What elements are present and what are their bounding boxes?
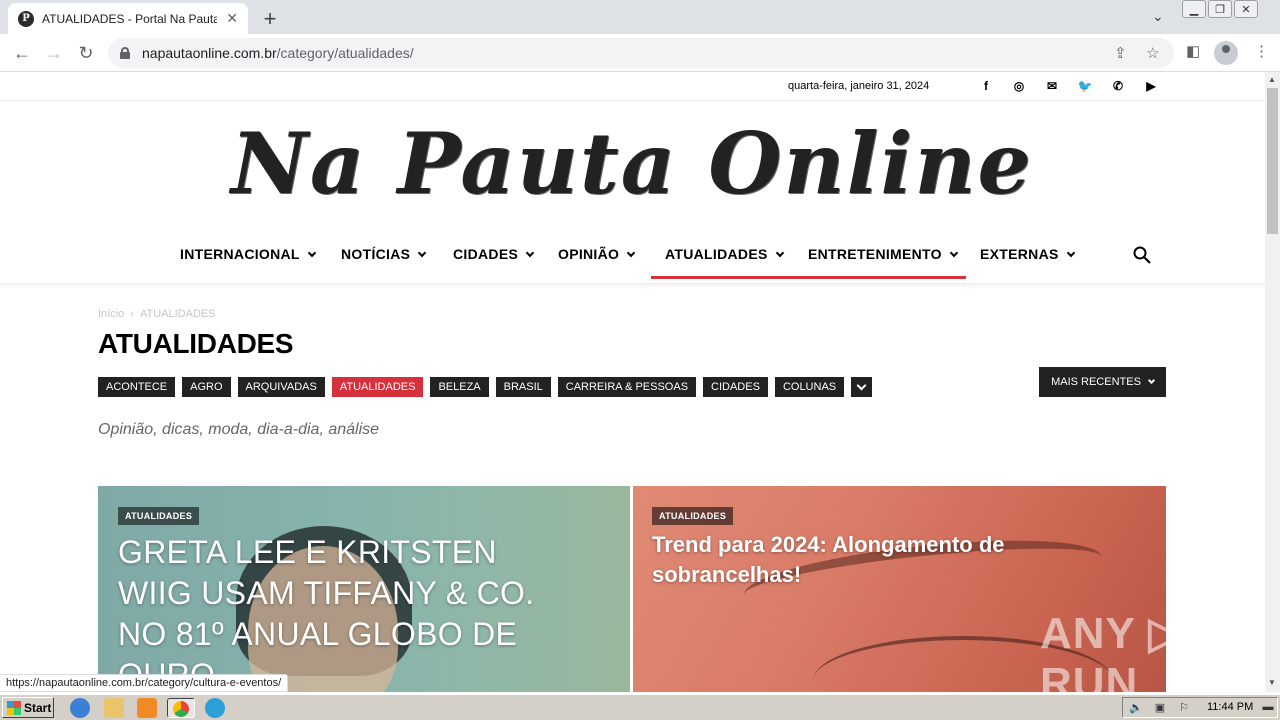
menu-item-entretenimento[interactable]: ENTRETENIMENTO <box>808 246 959 262</box>
restore-button[interactable]: ❐ <box>1208 0 1232 18</box>
profile-avatar[interactable] <box>1214 41 1238 65</box>
bookmark-star-icon[interactable]: ☆ <box>1146 44 1159 62</box>
start-button[interactable]: Start <box>2 697 54 718</box>
article-title[interactable]: Trend para 2024: Alongamento de sobrance… <box>652 530 1072 590</box>
site-logo-text: Na Pauta Online <box>231 113 1033 213</box>
page-viewport: quarta-feira, janeiro 31, 2024 f ◎ ✉ 🐦 ✆… <box>0 72 1265 692</box>
close-tab-icon[interactable]: ✕ <box>226 10 238 27</box>
browser-menu-icon[interactable]: ⋮ <box>1254 42 1269 60</box>
page-title: ATUALIDADES <box>98 328 294 359</box>
browser-tab[interactable]: P ATUALIDADES - Portal Na Pauta Online ✕ <box>8 3 248 34</box>
forward-button[interactable]: → <box>42 41 66 65</box>
menu-item-cidades[interactable]: CIDADES <box>453 246 535 262</box>
tab-search-chevron-icon[interactable]: ⌄ <box>1152 8 1164 25</box>
back-button[interactable]: ← <box>10 41 34 65</box>
menu-hover-underline <box>651 276 966 279</box>
article-card[interactable]: ATUALIDADES GRETA LEE E KRITSTEN WIIG US… <box>98 486 630 692</box>
category-carreira-pessoas[interactable]: CARREIRA & PESSOAS <box>557 377 697 397</box>
menu-item-noticias[interactable]: NOTÍCIAS <box>341 246 427 262</box>
windows-logo-icon <box>7 700 21 715</box>
flag-icon[interactable]: ⚐ <box>1177 701 1191 715</box>
windows-taskbar: Start 🔈 ▣ ⚐ 11:44 PM ▬ <box>0 694 1280 720</box>
category-description: Opinião, dicas, moda, dia-a-dia, análise <box>98 421 380 438</box>
file-explorer-icon[interactable] <box>104 698 124 718</box>
close-window-button[interactable]: ✕ <box>1234 0 1258 18</box>
article-title[interactable]: GRETA LEE E KRITSTEN WIIG USAM TIFFANY &… <box>118 532 538 692</box>
whatsapp-icon[interactable]: ✆ <box>1110 78 1126 94</box>
category-atualidades[interactable]: ATUALIDADES <box>331 377 424 397</box>
category-agro[interactable]: AGRO <box>182 377 231 397</box>
category-cidades[interactable]: CIDADES <box>703 377 768 397</box>
taskbar-clock: 11:44 PM <box>1207 701 1254 713</box>
site-favicon-icon: P <box>18 10 34 27</box>
chevron-down-icon <box>1147 376 1155 384</box>
share-icon[interactable]: ⇪ <box>1114 44 1127 62</box>
lock-icon[interactable] <box>120 47 130 59</box>
scrollbar-thumb[interactable] <box>1267 88 1278 234</box>
system-tray: 🔈 ▣ ⚐ 11:44 PM ▬ <box>1122 697 1278 718</box>
media-player-icon[interactable] <box>137 698 157 718</box>
category-acontece[interactable]: ACONTECE <box>98 377 176 397</box>
chevron-down-icon <box>626 248 636 258</box>
browser-tab-bar: P ATUALIDADES - Portal Na Pauta Online ✕… <box>0 0 1280 34</box>
tab-title: ATUALIDADES - Portal Na Pauta Online <box>42 11 217 26</box>
chrome-icon <box>173 701 189 717</box>
twitter-icon[interactable]: 🐦 <box>1077 78 1093 94</box>
instagram-icon[interactable]: ◎ <box>1011 78 1027 94</box>
breadcrumb: Início › ATUALIDADES <box>98 308 216 320</box>
more-categories-chevron-icon[interactable] <box>851 377 873 397</box>
category-beleza[interactable]: BELEZA <box>430 377 489 397</box>
category-filter-list: ACONTECE AGRO ARQUIVADAS ATUALIDADES BEL… <box>98 377 873 397</box>
article-category-badge[interactable]: ATUALIDADES <box>118 507 200 525</box>
menu-item-opiniao[interactable]: OPINIÃO <box>558 246 636 262</box>
scroll-down-arrow-icon[interactable]: ▼ <box>1268 678 1276 687</box>
category-colunas[interactable]: COLUNAS <box>774 377 845 397</box>
address-bar[interactable]: napautaonline.com.br/category/atualidade… <box>108 38 1174 68</box>
internet-explorer-icon[interactable] <box>70 698 90 718</box>
volume-icon[interactable]: 🔈 <box>1129 701 1143 715</box>
chevron-down-icon <box>525 248 535 258</box>
page-scrollbar[interactable]: ▲ ▼ <box>1265 72 1280 692</box>
category-brasil[interactable]: BRASIL <box>495 377 551 397</box>
start-label: Start <box>24 700 52 715</box>
show-desktop-icon[interactable]: ▬ <box>1261 701 1275 715</box>
main-menu: INTERNACIONAL NOTÍCIAS CIDADES OPINIÃO A… <box>0 232 1265 284</box>
chevron-down-icon <box>949 248 959 258</box>
chrome-taskbar-button[interactable] <box>167 698 195 718</box>
browser-toolbar: ← → ↻ napautaonline.com.br/category/atua… <box>0 34 1280 72</box>
window-controls: ▁ ❐ ✕ <box>1182 0 1258 18</box>
chevron-down-icon <box>418 248 427 258</box>
site-topbar: quarta-feira, janeiro 31, 2024 f ◎ ✉ 🐦 ✆… <box>0 72 1265 101</box>
current-date: quarta-feira, janeiro 31, 2024 <box>788 80 930 92</box>
site-logo[interactable]: Na Pauta Online <box>231 108 1033 218</box>
sort-dropdown[interactable]: MAIS RECENTES <box>1039 367 1166 397</box>
side-panel-icon[interactable]: ◧ <box>1186 42 1200 60</box>
chevron-down-icon <box>307 248 317 258</box>
minimize-button[interactable]: ▁ <box>1182 0 1206 18</box>
breadcrumb-separator: › <box>130 308 134 320</box>
article-category-badge[interactable]: ATUALIDADES <box>652 507 734 525</box>
menu-item-externas[interactable]: EXTERNAS <box>980 246 1075 262</box>
menu-item-atualidades[interactable]: ATUALIDADES <box>665 246 784 262</box>
mail-icon[interactable]: ✉ <box>1044 78 1060 94</box>
chevron-down-icon <box>1066 248 1075 258</box>
youtube-icon[interactable]: ▶ <box>1143 78 1159 94</box>
new-tab-button[interactable]: + <box>258 6 282 32</box>
menu-item-internacional[interactable]: INTERNACIONAL <box>180 246 317 262</box>
sort-label: MAIS RECENTES <box>1051 376 1141 388</box>
facebook-icon[interactable]: f <box>978 78 994 94</box>
chevron-down-icon <box>775 248 784 258</box>
breadcrumb-current: ATUALIDADES <box>139 308 216 320</box>
network-icon[interactable]: ▣ <box>1153 701 1167 715</box>
edge-icon[interactable] <box>205 698 225 718</box>
breadcrumb-home-link[interactable]: Início <box>98 308 124 320</box>
category-arquivadas[interactable]: ARQUIVADAS <box>237 377 325 397</box>
reload-button[interactable]: ↻ <box>74 41 98 65</box>
status-bar-url: https://napautaonline.com.br/category/cu… <box>0 674 289 692</box>
anyrun-watermark: ANY ▷ RUN <box>1040 609 1184 692</box>
url-text: napautaonline.com.br/category/atualidade… <box>142 45 414 61</box>
scroll-up-arrow-icon[interactable]: ▲ <box>1268 75 1276 84</box>
search-icon[interactable] <box>1133 246 1151 264</box>
